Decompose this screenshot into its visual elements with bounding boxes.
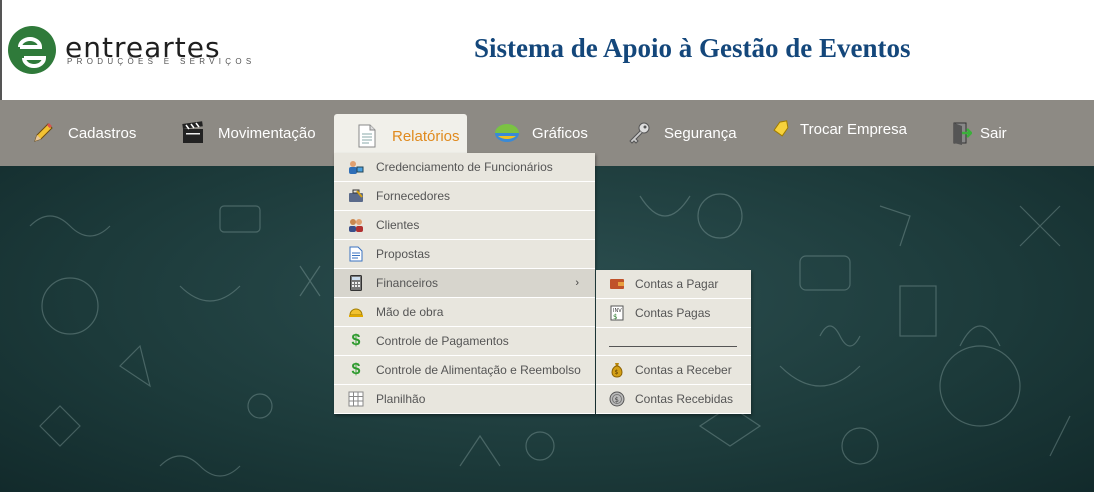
menu-item-label: Propostas <box>376 247 431 261</box>
nav-label: Relatórios <box>392 127 460 145</box>
logo-mark-icon <box>8 26 56 74</box>
submenu-item-contas-a-pagar[interactable]: Contas a Pagar <box>596 270 751 299</box>
menu-item-planilhao[interactable]: Planilhão <box>334 385 595 414</box>
submenu-item-label: Contas a Pagar <box>635 277 719 291</box>
clapperboard-icon <box>180 120 206 146</box>
menu-item-label: Mão de obra <box>376 305 444 319</box>
submenu-item-label: Contas Recebidas <box>635 392 734 406</box>
nav-item-trocar-empresa[interactable]: Trocar Empresa <box>772 110 907 148</box>
hardhat-icon <box>348 304 364 320</box>
menu-item-label: Planilhão <box>376 392 426 406</box>
menu-item-propostas[interactable]: Propostas <box>334 240 595 269</box>
nav-item-seguranca[interactable]: Segurança <box>626 114 737 152</box>
users-icon <box>348 159 364 175</box>
menu-item-controle-alimentacao[interactable]: $ Controle de Alimentação e Reembolso <box>334 356 595 385</box>
submenu-item-contas-a-receber[interactable]: $ Contas a Receber <box>596 356 751 385</box>
brand-tagline: PRODUÇÕES E SERVIÇOS <box>67 57 256 66</box>
menu-item-clientes[interactable]: Clientes <box>334 211 595 240</box>
menu-item-label: Financeiros <box>376 276 439 290</box>
nav-label: Cadastros <box>68 124 137 142</box>
nav-label: Trocar Empresa <box>800 120 907 138</box>
key-icon <box>626 120 652 146</box>
exit-door-icon <box>948 120 974 146</box>
document-icon <box>348 246 364 262</box>
svg-text:$: $ <box>613 313 617 321</box>
nav-label: Movimentação <box>218 124 316 142</box>
menu-item-credenciamento[interactable]: Credenciamento de Funcionários <box>334 153 595 182</box>
pencil-icon <box>30 120 56 146</box>
menu-item-label: Controle de Alimentação e Reembolso <box>376 363 581 377</box>
nav-item-cadastros[interactable]: Cadastros <box>30 114 136 152</box>
header: entreartes PRODUÇÕES E SERVIÇOS Sistema … <box>0 0 1094 100</box>
money-bag-icon: $ <box>609 362 625 378</box>
nav-label: Sair <box>980 124 1007 142</box>
nav-item-sair[interactable]: Sair <box>948 114 1007 152</box>
menu-item-fornecedores[interactable]: Fornecedores <box>334 182 595 211</box>
wallet-icon <box>609 276 625 292</box>
submenu-item-label: Contas a Receber <box>635 363 732 377</box>
svg-text:$: $ <box>615 396 619 404</box>
document-icon <box>354 123 380 149</box>
menu-item-label: Controle de Pagamentos <box>376 334 509 348</box>
svg-text:$: $ <box>615 369 619 376</box>
grid-icon <box>348 391 364 407</box>
submenu-item-contas-pagas[interactable]: INV $ Contas Pagas <box>596 299 751 328</box>
menu-item-mao-de-obra[interactable]: Mão de obra <box>334 298 595 327</box>
nav-label: Segurança <box>664 124 737 142</box>
submenu-arrow-icon: › <box>575 277 579 289</box>
nav-label: Gráficos <box>532 124 588 142</box>
reports-dropdown-menu: Credenciamento de Funcionários Fornecedo… <box>334 153 595 414</box>
tag-icon <box>772 116 790 142</box>
dollar-icon: $ <box>351 361 361 378</box>
page-title: Sistema de Apoio à Gestão de Eventos <box>474 33 911 63</box>
calculator-icon <box>348 275 364 291</box>
menu-item-financeiros[interactable]: Financeiros › <box>334 269 595 298</box>
submenu-item-contas-recebidas[interactable]: $ Contas Recebidas <box>596 385 751 414</box>
financeiros-submenu: Contas a Pagar INV $ Contas Pagas $ Conta… <box>596 270 751 414</box>
briefcase-icon <box>348 188 364 204</box>
menu-item-controle-pagamentos[interactable]: $ Controle de Pagamentos <box>334 327 595 356</box>
brand-logo[interactable]: entreartes PRODUÇÕES E SERVIÇOS <box>7 25 257 75</box>
menu-item-label: Fornecedores <box>376 189 451 203</box>
chart-icon <box>494 120 520 146</box>
people-icon <box>348 217 364 233</box>
invoice-icon: INV $ <box>609 305 625 321</box>
menu-item-label: Credenciamento de Funcionários <box>376 160 553 174</box>
submenu-separator <box>596 328 751 356</box>
submenu-item-label: Contas Pagas <box>635 306 711 320</box>
dollar-icon: $ <box>351 332 361 349</box>
coin-icon: $ <box>609 391 625 407</box>
nav-item-movimentacao[interactable]: Movimentação <box>180 114 316 152</box>
nav-item-graficos[interactable]: Gráficos <box>494 114 588 152</box>
menu-item-label: Clientes <box>376 218 420 232</box>
